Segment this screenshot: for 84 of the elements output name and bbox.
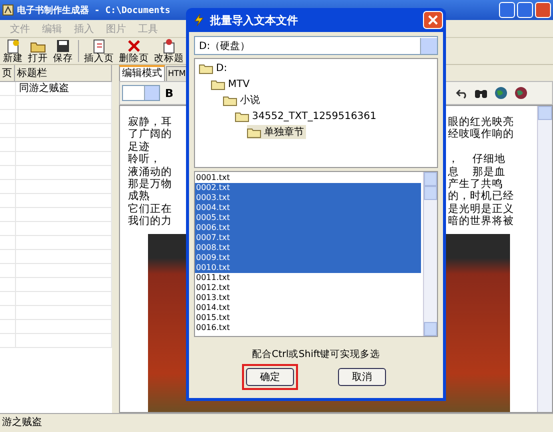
file-list-item[interactable]: 0013.txt [195, 293, 421, 303]
text-line: 寂静，耳 [128, 116, 172, 128]
file-list-item[interactable]: 0001.txt [195, 173, 421, 183]
undo-icon [456, 87, 468, 99]
tree-item[interactable]: MTV [211, 77, 252, 91]
globe-icon [494, 86, 508, 100]
text-line: 眼的红光映亮 [448, 116, 514, 128]
dialog-button[interactable]: 确定 [246, 368, 294, 386]
toolbar-button[interactable]: 保存 [51, 38, 75, 64]
tab[interactable]: 编辑模式 [119, 65, 165, 81]
drive-dropdown[interactable]: D:（硬盘） [194, 36, 438, 55]
scroll-up-button[interactable] [424, 172, 437, 186]
toolbar-button[interactable]: 改标题 [152, 38, 186, 64]
page-icon [91, 38, 107, 54]
text-line: 暗的世界将被 [448, 215, 514, 228]
text-line: 聆听， [128, 153, 161, 166]
file-list-item[interactable]: 0014.txt [195, 303, 421, 313]
lightning-icon [193, 13, 205, 27]
column-header[interactable]: 页 [0, 65, 15, 81]
text-line: 那是万物 [128, 178, 172, 190]
scroll-down-button[interactable] [424, 322, 437, 336]
file-list-item[interactable]: 0002.txt [195, 183, 421, 193]
text-line: 经吱嘎作响的 [448, 128, 514, 141]
file-list-item[interactable]: 0016.txt [195, 323, 421, 333]
text-line: 息 那是血 [448, 166, 506, 178]
dialog-title: 批量导入文本文件 [210, 12, 298, 28]
scroll-up-button[interactable] [538, 106, 552, 120]
tree-item[interactable]: 单独章节 [247, 125, 306, 139]
scroll-thumb[interactable] [424, 186, 437, 200]
file-list-item[interactable]: 0015.txt [195, 313, 421, 323]
text-line: 是光明是正义 [448, 202, 514, 215]
app-icon [2, 4, 14, 16]
file-list-item[interactable]: 0003.txt [195, 193, 421, 203]
tree-item[interactable]: D: [199, 61, 230, 75]
text-line: 产生了共鸣 [448, 178, 503, 190]
file-list-item[interactable]: 0012.txt [195, 283, 421, 293]
globe-icon [514, 86, 528, 100]
toolbar-button[interactable]: 打开 [26, 38, 50, 64]
text-line: 成熟 [128, 190, 150, 203]
toolbar-button[interactable]: 新建 [1, 38, 25, 64]
toolbar-button[interactable]: 删除页 [117, 38, 151, 64]
document-icon [5, 38, 21, 54]
file-list-item[interactable]: 0005.txt [195, 213, 421, 223]
file-list-item[interactable]: 0006.txt [195, 223, 421, 233]
tree-item[interactable]: 小说 [223, 93, 262, 107]
file-list-item[interactable]: 0007.txt [195, 233, 421, 243]
bold-button[interactable]: B [165, 86, 174, 100]
column-header[interactable]: 标题栏 [15, 65, 112, 81]
maximize-button[interactable] [517, 2, 533, 18]
dialog-button[interactable]: 取消 [338, 368, 386, 386]
font-dropdown[interactable] [122, 85, 160, 101]
tab[interactable]: HTM [166, 66, 188, 81]
file-list-item[interactable]: 0009.txt [195, 253, 421, 263]
folder-icon [211, 78, 225, 90]
page-icon [161, 38, 177, 54]
file-list-item[interactable]: 0011.txt [195, 273, 421, 283]
folder-icon [235, 110, 249, 122]
dropdown-button[interactable] [144, 86, 159, 100]
text-line: ， 仔细地 [448, 153, 506, 166]
hint-text: 配合Ctrl或Shift键可实现多选 [250, 348, 382, 361]
toolbar-button[interactable]: 插入页 [82, 38, 116, 64]
file-list-item[interactable]: 0010.txt [195, 263, 421, 273]
close-button[interactable] [535, 2, 551, 18]
scrollbar[interactable] [537, 106, 552, 412]
text-line: 的，时机已经 [448, 190, 514, 203]
text-line: 了广阔的 [128, 128, 172, 141]
text-line: 它们正在 [128, 202, 172, 215]
folder-icon [199, 62, 213, 74]
file-list-item[interactable]: 0004.txt [195, 203, 421, 213]
status-bar-text: 游之贼盗 [0, 413, 553, 432]
window-title: 电子书制作生成器 - C:\Documents [17, 4, 170, 16]
scrollbar[interactable] [423, 172, 437, 336]
cross-icon [126, 38, 142, 54]
close-icon [423, 11, 443, 29]
dropdown-button[interactable] [420, 38, 437, 54]
text-line: 液涌动的 [128, 166, 172, 178]
text-line: 足迹 [128, 140, 150, 154]
folder-icon [247, 126, 261, 138]
table-cell[interactable]: 同游之贼盗 [16, 82, 112, 95]
text-line: 我们的力 [128, 215, 172, 228]
tree-item[interactable]: 34552_TXT_1259516361 [235, 109, 378, 123]
minimize-button[interactable] [499, 2, 515, 18]
file-list-item[interactable]: 0008.txt [195, 243, 421, 253]
binoculars-icon [474, 87, 488, 99]
